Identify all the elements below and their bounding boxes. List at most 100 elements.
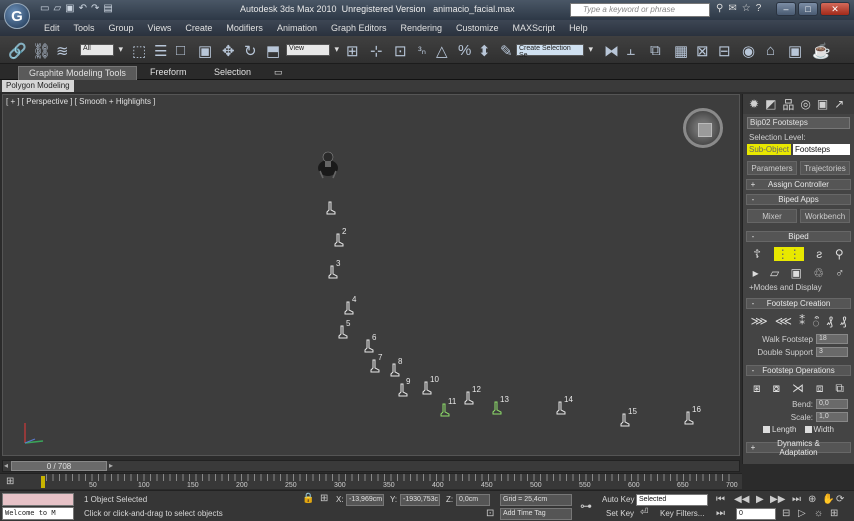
- redo-icon[interactable]: ↷: [91, 3, 99, 14]
- menu-customize[interactable]: Customize: [456, 23, 499, 33]
- width-checkbox[interactable]: Width: [804, 425, 834, 434]
- open-mini-curve-editor-icon[interactable]: ⊞: [6, 476, 14, 487]
- curve-editor-icon[interactable]: ⊠: [696, 42, 709, 60]
- application-button[interactable]: G: [4, 3, 30, 29]
- create-footsteps-current-icon[interactable]: ⋘: [775, 314, 792, 331]
- length-checkbox[interactable]: Length: [763, 425, 797, 434]
- z-coordinate-field[interactable]: 0,0cm: [456, 494, 490, 506]
- modify-tab-icon[interactable]: ◩: [765, 97, 776, 111]
- select-and-rotate-icon[interactable]: ↻: [244, 42, 257, 60]
- trajectories-button[interactable]: Trajectories: [800, 161, 850, 175]
- close-button[interactable]: ✕: [820, 2, 850, 16]
- material-editor-icon[interactable]: ◉: [742, 42, 755, 60]
- walk-gait-icon[interactable]: ऀ: [812, 314, 819, 331]
- time-slider-prev-icon[interactable]: ◂: [4, 461, 8, 470]
- selection-filter-dropdown[interactable]: All: [80, 44, 123, 56]
- align-icon[interactable]: ⫠: [626, 42, 635, 59]
- render-setup-icon[interactable]: ⌂: [766, 42, 775, 59]
- unlink-icon[interactable]: ⛓: [32, 42, 51, 60]
- create-tab-icon[interactable]: ✹: [749, 97, 759, 111]
- menu-rendering[interactable]: Rendering: [401, 23, 443, 33]
- perspective-viewport[interactable]: [ + ] [ Perspective ] [ Smooth + Highlig…: [2, 94, 740, 456]
- biped-playback-icon[interactable]: ▸: [753, 266, 759, 280]
- menu-help[interactable]: Help: [569, 23, 588, 33]
- menu-edit[interactable]: Edit: [44, 23, 60, 33]
- key-selection-dropdown[interactable]: Selected: [636, 494, 708, 506]
- project-folder-icon[interactable]: ▤: [103, 3, 112, 14]
- binoculars-icon[interactable]: ⚲: [716, 3, 723, 14]
- key-filters-button[interactable]: Key Filters...: [660, 509, 704, 518]
- rendered-frame-window-icon[interactable]: ▣: [788, 42, 802, 60]
- x-coordinate-field[interactable]: -13,969cm: [346, 494, 384, 506]
- workbench-button[interactable]: Workbench: [800, 209, 850, 223]
- select-and-move-icon[interactable]: ✥: [222, 42, 235, 60]
- run-gait-icon[interactable]: ₰: [827, 314, 833, 331]
- rollout-biped[interactable]: - Biped: [746, 231, 851, 242]
- modes-display-rollout[interactable]: +Modes and Display: [749, 283, 850, 292]
- rollout-footstep-creation[interactable]: - Footstep Creation: [746, 298, 851, 309]
- goto-start-icon[interactable]: ⏮: [716, 494, 725, 505]
- create-footsteps-append-icon[interactable]: ⋙: [751, 314, 768, 331]
- activate-footsteps-icon[interactable]: ⁑: [799, 314, 805, 331]
- maxscript-listener-output[interactable]: [2, 493, 74, 506]
- select-and-link-icon[interactable]: 🔗: [8, 42, 27, 60]
- menu-views[interactable]: Views: [148, 23, 172, 33]
- menu-tools[interactable]: Tools: [74, 23, 95, 33]
- deactivate-footsteps-icon[interactable]: ⧇: [772, 381, 780, 396]
- current-frame-field[interactable]: 0: [736, 508, 776, 520]
- time-slider-next-icon[interactable]: ▸: [109, 461, 113, 470]
- pivot-center-icon[interactable]: ⊞: [346, 42, 359, 60]
- rollout-footstep-operations[interactable]: - Footstep Operations: [746, 365, 851, 376]
- tab-selection[interactable]: Selection: [204, 66, 261, 80]
- move-all-mode-icon[interactable]: ♂: [835, 266, 844, 280]
- angle-snap-icon[interactable]: △: [436, 42, 448, 60]
- search-input[interactable]: Type a keyword or phrase: [570, 3, 710, 17]
- walk-footstep-spinner[interactable]: 18: [816, 334, 848, 344]
- select-object-icon[interactable]: ⬚: [132, 42, 146, 60]
- select-and-scale-icon[interactable]: ⬒: [266, 42, 280, 60]
- set-key-button[interactable]: Set Key: [606, 509, 634, 518]
- paste-footsteps-icon[interactable]: ⧉: [835, 381, 844, 396]
- motion-flow-icon[interactable]: ƨ: [816, 247, 822, 261]
- key-mode-toggle-icon[interactable]: ⏭: [716, 508, 725, 519]
- menu-group[interactable]: Group: [109, 23, 134, 33]
- schematic-view-icon[interactable]: ⊟: [718, 42, 731, 60]
- biped-figure-icon[interactable]: [317, 151, 339, 179]
- double-support-spinner[interactable]: 3: [816, 347, 848, 357]
- load-file-icon[interactable]: ▱: [770, 266, 779, 280]
- figure-mode-icon[interactable]: ☦: [753, 247, 761, 261]
- graphite-toggle-icon[interactable]: ▦: [674, 42, 688, 60]
- viewcube-icon[interactable]: [683, 108, 723, 148]
- communication-icon[interactable]: ✉: [728, 3, 736, 14]
- minimize-button[interactable]: –: [776, 2, 796, 16]
- footstep-mode-icon[interactable]: ⋮⋮: [773, 247, 804, 261]
- time-slider-handle[interactable]: 0 / 708: [11, 461, 107, 471]
- auto-key-button[interactable]: Auto Key: [602, 495, 634, 504]
- set-keys-icon[interactable]: ⏎: [640, 507, 648, 518]
- new-file-icon[interactable]: ▭: [40, 3, 49, 14]
- bend-spinner[interactable]: 0,0: [816, 399, 848, 409]
- utilities-tab-icon[interactable]: ↗: [834, 97, 844, 111]
- viewport-label[interactable]: [ + ] [ Perspective ] [ Smooth + Highlig…: [6, 97, 155, 106]
- time-slider[interactable]: ◂ 0 / 708 ▸: [2, 460, 740, 472]
- scale-spinner[interactable]: 1,0: [816, 412, 848, 422]
- rollout-assign-controller[interactable]: + Assign Controller: [746, 179, 851, 190]
- favorites-star-icon[interactable]: ☆: [742, 3, 751, 14]
- previous-frame-icon[interactable]: ◀◀: [734, 494, 749, 505]
- zoom-extents-icon[interactable]: ⊕: [808, 494, 816, 505]
- layer-manager-icon[interactable]: ⧉: [650, 42, 661, 59]
- edit-named-selection-icon[interactable]: ✎: [500, 42, 513, 60]
- menu-modifiers[interactable]: Modifiers: [226, 23, 263, 33]
- parameters-button[interactable]: Parameters: [747, 161, 797, 175]
- maximize-button[interactable]: □: [798, 2, 818, 16]
- mixer-mode-icon[interactable]: ⚲: [835, 247, 844, 261]
- menu-animation[interactable]: Animation: [277, 23, 317, 33]
- percent-snap-icon[interactable]: %: [458, 42, 471, 59]
- save-file-icon[interactable]: ▣: [791, 266, 802, 280]
- quick-render-icon[interactable]: ☕: [812, 42, 831, 60]
- arc-rotate-icon[interactable]: ⟳: [836, 494, 844, 505]
- tab-freeform[interactable]: Freeform: [140, 66, 197, 80]
- maximize-viewport-icon[interactable]: ⊞: [830, 508, 838, 519]
- convert-icon[interactable]: ♲: [813, 266, 824, 280]
- mixer-button[interactable]: Mixer: [747, 209, 797, 223]
